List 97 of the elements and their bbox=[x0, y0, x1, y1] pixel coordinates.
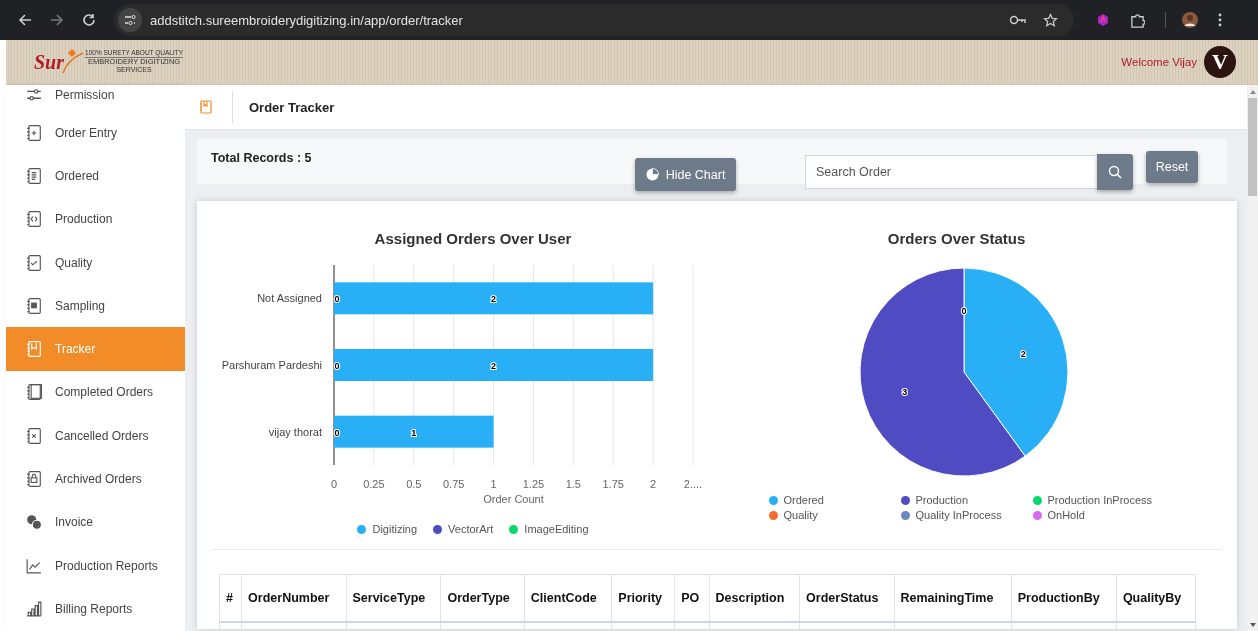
coins-icon bbox=[26, 514, 42, 531]
chart-title: Orders Over Status bbox=[887, 230, 1026, 249]
notebook-code-icon bbox=[26, 211, 42, 228]
notebook-check-icon bbox=[26, 254, 42, 271]
axis-tick-label: 1.25 bbox=[522, 478, 545, 490]
sidebar-item[interactable]: Archived Orders bbox=[6, 457, 185, 501]
data-label: 0 bbox=[961, 305, 967, 316]
scrollbar[interactable] bbox=[1247, 85, 1258, 631]
legend-label: OnHold bbox=[1047, 509, 1085, 521]
sidebar-item[interactable]: Quality bbox=[6, 240, 185, 285]
column-header: OrderType bbox=[440, 574, 525, 622]
axis-tick-label: 0.5 bbox=[406, 478, 422, 490]
sidebar-item[interactable]: Completed Orders bbox=[6, 370, 185, 415]
column-header: Description bbox=[709, 574, 800, 622]
column-header: ClientCode bbox=[524, 574, 612, 622]
data-label: 0 bbox=[334, 361, 340, 371]
column-header: RemainingTime bbox=[894, 574, 1012, 622]
axis-tick-label: 0.25 bbox=[363, 478, 385, 490]
sidebar-item[interactable]: Invoice bbox=[6, 500, 185, 544]
sidebar-item[interactable]: Ordered bbox=[6, 154, 185, 198]
column-header: OrderNumber bbox=[241, 574, 346, 622]
sidebar-item[interactable]: Production Reports bbox=[6, 543, 185, 588]
column-header: ServiceType bbox=[346, 574, 441, 622]
puzzle-icon[interactable] bbox=[1130, 12, 1145, 28]
welcome-text: Welcome Vijay bbox=[1121, 56, 1197, 68]
data-label: 2 bbox=[1020, 348, 1026, 359]
legend-label: VectorArt bbox=[448, 523, 494, 535]
total-records: Total Records : 5 bbox=[211, 151, 313, 165]
bar-chart-icon bbox=[26, 600, 42, 617]
sidebar-item[interactable]: Sampling bbox=[6, 284, 185, 328]
notebook-bookmark-icon bbox=[26, 341, 42, 358]
legend-label: ImageEditing bbox=[524, 523, 589, 535]
notebook-close-icon bbox=[26, 427, 42, 444]
column-header: PO bbox=[674, 574, 710, 622]
notebook-icon bbox=[26, 297, 42, 314]
search-icon bbox=[1108, 165, 1122, 179]
category-label: vijay thorat bbox=[268, 425, 322, 438]
column-header: # bbox=[219, 574, 242, 622]
sidebar-item[interactable]: Production bbox=[6, 197, 185, 241]
star-icon[interactable] bbox=[1043, 12, 1058, 28]
line-chart-icon bbox=[26, 557, 42, 574]
key-icon[interactable] bbox=[1009, 14, 1027, 26]
column-header: QualityBy bbox=[1116, 574, 1196, 622]
forward-icon[interactable] bbox=[50, 13, 64, 27]
column-header: ProductionBy bbox=[1011, 574, 1117, 622]
pie-chart-icon bbox=[645, 168, 659, 181]
reset-button[interactable]: Reset bbox=[1146, 151, 1198, 183]
legend-label: Quality InProcess bbox=[915, 509, 1002, 521]
axis-title: Order Count bbox=[483, 493, 544, 505]
notebook-plus-icon bbox=[26, 124, 42, 141]
legend-label: Production InProcess bbox=[1047, 494, 1153, 506]
search-field[interactable]: Search Order bbox=[805, 155, 1097, 189]
data-label: 0 bbox=[334, 427, 340, 438]
data-label: 0 bbox=[334, 294, 340, 305]
axis-tick-label: 2.... bbox=[683, 478, 703, 490]
category-label: Parshuram Pardeshi bbox=[221, 359, 322, 371]
site-settings-icon[interactable] bbox=[118, 8, 142, 32]
reload-icon[interactable] bbox=[82, 13, 96, 27]
axis-tick-label: 0 bbox=[330, 478, 338, 490]
scroll-up-icon[interactable] bbox=[1249, 90, 1256, 94]
menu-icon[interactable] bbox=[1218, 13, 1222, 27]
sidebar-item[interactable]: Cancelled Orders bbox=[6, 414, 185, 458]
category-label: Not Assigned bbox=[257, 292, 322, 305]
notebook-lock-icon bbox=[26, 471, 42, 487]
legend-label: Quality bbox=[783, 509, 818, 521]
axis-tick-label: 1.5 bbox=[565, 478, 581, 490]
hide-chart-button[interactable]: Hide Chart bbox=[635, 158, 736, 191]
axis-tick-label: 1 bbox=[490, 478, 497, 490]
chart-title: Assigned Orders Over User bbox=[374, 230, 572, 249]
scroll-down-icon[interactable] bbox=[1249, 623, 1256, 627]
sliders-icon bbox=[26, 88, 42, 104]
search-button[interactable] bbox=[1097, 154, 1133, 190]
sidebar-item[interactable]: Order Entry bbox=[6, 111, 185, 155]
notebook-list-icon bbox=[26, 167, 42, 184]
profile-avatar[interactable] bbox=[1182, 12, 1198, 28]
axis-tick-label: 2 bbox=[650, 478, 657, 490]
logo-mark: Sur bbox=[34, 50, 65, 74]
data-label: 2 bbox=[491, 294, 497, 305]
page-title: Order Tracker bbox=[249, 99, 335, 115]
legend-label: Ordered bbox=[783, 494, 824, 506]
data-label: 3 bbox=[902, 387, 908, 398]
axis-tick-label: 1.75 bbox=[602, 478, 624, 490]
data-label: 2 bbox=[491, 361, 497, 371]
column-header: OrderStatus bbox=[799, 574, 894, 622]
data-label: 1 bbox=[411, 427, 417, 438]
scrollbar-thumb[interactable] bbox=[1248, 98, 1257, 196]
notebook-icon bbox=[199, 100, 212, 114]
notebook-stack-icon bbox=[26, 384, 42, 401]
axis-tick-label: 0.75 bbox=[442, 478, 465, 490]
user-avatar[interactable]: V bbox=[1204, 46, 1236, 78]
back-icon[interactable] bbox=[18, 13, 32, 27]
column-header: Priority bbox=[611, 574, 675, 622]
address-bar[interactable]: addstitch.sureembroiderydigitizing.in/app/order/tracker bbox=[114, 4, 1074, 36]
url-text[interactable]: addstitch.sureembroiderydigitizing.in/app/order/tracker bbox=[150, 12, 463, 28]
extension-icon[interactable] bbox=[1096, 13, 1110, 27]
legend-label: Production bbox=[915, 494, 969, 506]
legend-label: Digitizing bbox=[372, 523, 418, 535]
